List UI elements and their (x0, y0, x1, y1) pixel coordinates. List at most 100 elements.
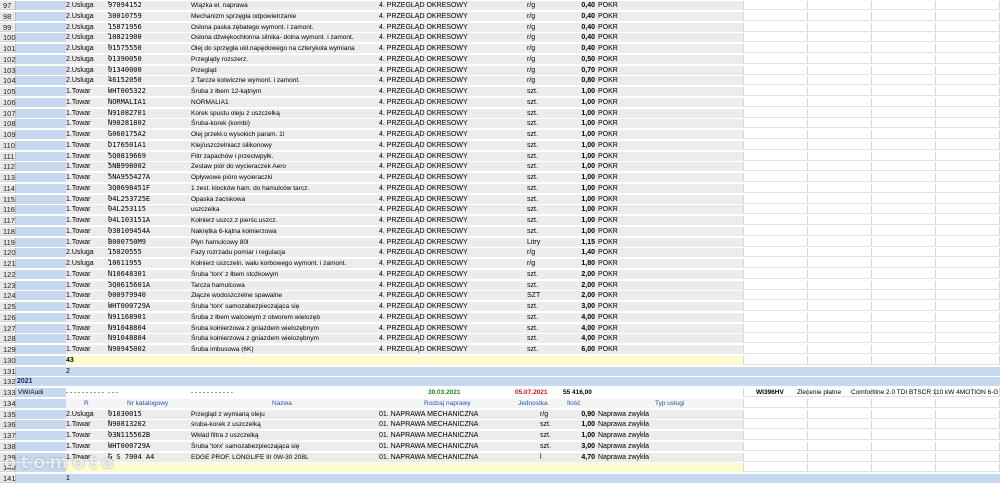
cell-name[interactable]: Fazy rozrzadu pomiar i regulacja (191, 248, 379, 257)
cell-quantity[interactable]: 1,40 (550, 248, 595, 257)
cell-repair-type[interactable]: 4. PRZEGLĄD OKRESOWY (379, 33, 519, 42)
row-number[interactable]: 116 (0, 205, 16, 215)
cell-quantity[interactable]: 1,00 (550, 162, 595, 171)
empty-cells[interactable] (743, 280, 1000, 290)
cell-name[interactable]: Wiązka el. naprawa (191, 1, 379, 10)
cell-repair-type[interactable]: 4. PRZEGLĄD OKRESOWY (379, 270, 519, 279)
row-number[interactable]: 107 (0, 108, 16, 118)
cell-repair-type[interactable]: 4. PRZEGLĄD OKRESOWY (379, 227, 519, 236)
header-unit[interactable]: Jednostka (518, 399, 548, 408)
cell-repair-type[interactable]: 4. PRZEGLĄD OKRESOWY (379, 248, 519, 257)
cell-quantity[interactable]: 1,00 (550, 195, 595, 204)
cell-repair-type[interactable]: 4. PRZEGLĄD OKRESOWY (379, 281, 519, 290)
cell-quantity[interactable]: 0,90 (550, 410, 595, 419)
empty-cells[interactable] (743, 140, 1000, 150)
cell-repair-type[interactable]: 01. NAPRAWA MECHANICZNA (379, 431, 519, 440)
cell-repair-type[interactable]: 4. PRZEGLĄD OKRESOWY (379, 23, 519, 32)
cell-type[interactable]: 2.Usluga (66, 410, 106, 419)
cell-status[interactable]: POKR (598, 44, 628, 53)
cell-catalog-number[interactable]: 5NB998002 (108, 162, 188, 171)
cell-quantity[interactable]: 2,00 (550, 291, 595, 300)
cell-type[interactable]: 2.Usluga (66, 76, 106, 85)
cell-status[interactable]: POKR (598, 23, 628, 32)
row-number[interactable]: 124 (0, 291, 16, 301)
cell-status[interactable]: POKR (598, 173, 628, 182)
cell-repair-type[interactable]: 4. PRZEGLĄD OKRESOWY (379, 205, 519, 214)
cell-type[interactable]: 2.Usluga (66, 23, 106, 32)
cell-dashes[interactable]: - - - - - - - - - - - (191, 388, 233, 397)
cell-catalog-number[interactable]: 97094152 (108, 1, 188, 10)
cell-name[interactable]: Tarcza hamulcowa (191, 281, 379, 290)
cell-year[interactable]: 2021 (17, 377, 33, 386)
cell-name[interactable]: Kołnierz uszczeln. wału korbowego wymont… (191, 259, 379, 268)
empty-cells[interactable] (743, 11, 1000, 21)
cell-repair-type[interactable]: 4. PRZEGLĄD OKRESOWY (379, 66, 519, 75)
cell-quantity[interactable]: 0,40 (550, 33, 595, 42)
cell-quantity[interactable]: 4,70 (550, 453, 595, 462)
cell-status[interactable]: POKR (598, 324, 628, 333)
row-number[interactable]: 134 (0, 398, 16, 408)
cell-catalog-number[interactable]: 01030015 (108, 409, 188, 419)
cell-repair-type[interactable]: 4. PRZEGLĄD OKRESOWY (379, 302, 519, 311)
row-number[interactable]: 123 (0, 280, 16, 290)
cell-status[interactable]: POKR (598, 55, 628, 64)
cell-type[interactable]: 1.Towar (66, 227, 106, 236)
cell-repair-type[interactable]: 4. PRZEGLĄD OKRESOWY (379, 109, 519, 118)
cell-name[interactable]: Śruba imbusowa (6K) (191, 345, 379, 354)
cell-type[interactable]: 1.Towar (66, 98, 106, 107)
empty-cells[interactable] (743, 22, 1000, 32)
cell-repair-type[interactable]: 4. PRZEGLĄD OKRESOWY (379, 334, 519, 343)
cell-status[interactable]: POKR (598, 281, 628, 290)
header-repair-type[interactable]: Rodzaj naprawy (424, 399, 471, 408)
header-catalog[interactable]: Nr katalogowy (127, 399, 168, 408)
cell-status[interactable]: POKR (598, 141, 628, 150)
empty-cells[interactable] (743, 216, 1000, 225)
cell-name[interactable]: 1 zest. klocków ham. do hamulców tarcz. (191, 184, 379, 193)
cell-status[interactable]: POKR (598, 184, 628, 193)
cell-name[interactable]: Śruba 'torx' samozabezpieczająca się (191, 442, 379, 451)
cell-catalog-number[interactable]: N91082701 (108, 108, 188, 118)
cell-catalog-number[interactable]: 01340000 (108, 65, 188, 75)
cell-status[interactable]: POKR (598, 66, 628, 75)
row-number[interactable]: 130 (0, 355, 16, 365)
cell-repair-type[interactable]: 4. PRZEGLĄD OKRESOWY (379, 259, 519, 268)
cell-group[interactable]: 2 (66, 367, 106, 376)
cell-repair-type[interactable]: 01. NAPRAWA MECHANICZNA (379, 410, 519, 419)
cell-catalog-number[interactable]: 01575550 (108, 44, 188, 53)
cell-repair-type[interactable]: 4. PRZEGLĄD OKRESOWY (379, 195, 519, 204)
cell-quantity[interactable]: 0,50 (550, 55, 595, 64)
header-r[interactable]: R (84, 399, 89, 408)
cell-catalog-number[interactable]: D176501A1 (108, 140, 188, 150)
cell-catalog-number[interactable]: WHT005322 (108, 87, 188, 96)
cell-status[interactable]: POKR (598, 334, 628, 343)
cell-name[interactable]: Śruba kołnierzowa z gniazdem wielozębnym (191, 334, 379, 343)
cell-type[interactable]: 1.Towar (66, 152, 106, 161)
cell-total[interactable]: 43 (66, 356, 106, 365)
cell-quantity[interactable]: 1,00 (550, 216, 595, 225)
row-number[interactable]: 141 (0, 474, 16, 483)
cell-quantity[interactable]: 0,40 (550, 1, 595, 10)
cell-catalog-number[interactable]: 10611955 (108, 259, 188, 268)
cell-type[interactable]: 2.Usluga (66, 55, 106, 64)
cell-name[interactable]: Śruba kołnierzowa z gniazdem wielozębnym (191, 324, 379, 333)
cell-type[interactable]: 2.Usluga (66, 12, 106, 21)
cell-type[interactable]: 1.Towar (66, 345, 106, 354)
cell-catalog-number[interactable]: 038109454A (108, 226, 188, 236)
cell-quantity[interactable]: 1,00 (550, 227, 595, 236)
cell-type[interactable]: 1.Towar (66, 334, 106, 343)
cell-quantity[interactable]: 1,00 (550, 141, 595, 150)
row-number[interactable]: 131 (0, 366, 16, 376)
cell-type[interactable]: 1.Towar (66, 109, 106, 118)
cell-quantity[interactable]: 1,00 (550, 420, 595, 429)
cell-status[interactable]: POKR (598, 152, 628, 161)
row-number[interactable]: 104 (0, 76, 16, 86)
cell-quantity[interactable]: 3,00 (550, 302, 595, 311)
cell-catalog-number[interactable]: N91048804 (108, 334, 188, 343)
empty-cells[interactable] (743, 173, 1000, 182)
cell-name[interactable]: Płyn hamulcowy 80l (191, 238, 379, 247)
cell-quantity[interactable]: 0,70 (550, 66, 595, 75)
cell-type[interactable]: 1.Towar (66, 270, 106, 279)
empty-cells[interactable] (743, 420, 1000, 430)
cell-type[interactable]: 1.Towar (66, 216, 106, 225)
cell-name[interactable]: Przegląd (191, 66, 379, 75)
